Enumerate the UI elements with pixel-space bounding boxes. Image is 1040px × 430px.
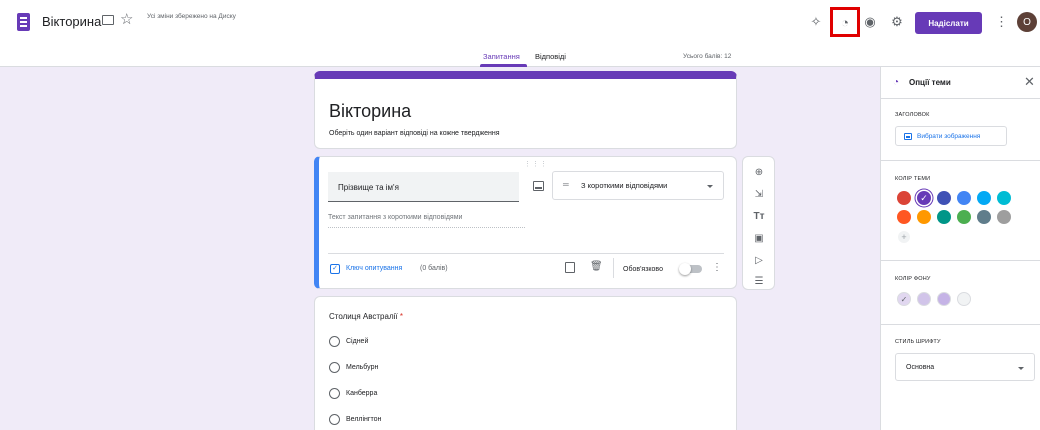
form-name[interactable]: Вікторина (42, 14, 101, 29)
theme-color-swatch[interactable] (997, 191, 1011, 205)
import-questions-icon[interactable]: ⇲ (752, 187, 766, 201)
forms-logo-icon[interactable] (17, 13, 30, 31)
drag-handle-icon[interactable]: ⋮⋮⋮ (524, 160, 548, 168)
divider (613, 258, 614, 278)
theme-color-swatch[interactable] (997, 210, 1011, 224)
folder-icon[interactable] (102, 15, 114, 25)
tab-questions[interactable]: Запитання (483, 52, 520, 61)
radio-option[interactable]: Канберра (329, 388, 377, 399)
preview-eye-icon[interactable]: ◉ (861, 13, 879, 31)
divider (881, 160, 1040, 161)
add-custom-color-button[interactable]: + (898, 231, 910, 243)
background-color-label: КОЛІР ФОНУ (895, 276, 931, 282)
tab-responses[interactable]: Відповіді (535, 52, 566, 61)
panel-title: Опції теми (909, 78, 951, 87)
add-question-icon[interactable]: ⊕ (752, 165, 766, 179)
palette-icon: ◔ (893, 77, 900, 88)
form-title[interactable]: Вікторина (329, 101, 411, 122)
header-section-label: ЗАГОЛОВОК (895, 112, 930, 118)
answer-key-icon[interactable]: ✓ (330, 264, 340, 274)
radio-icon[interactable] (329, 388, 340, 399)
required-toggle[interactable] (679, 263, 702, 275)
question-title-text: Прізвище та ім'я (338, 183, 399, 192)
theme-color-swatch[interactable] (897, 210, 911, 224)
radio-option[interactable]: Мельбурн (329, 362, 378, 373)
chevron-down-icon (1018, 367, 1024, 370)
theme-color-swatch[interactable] (957, 210, 971, 224)
active-question-card[interactable]: ⋮⋮⋮ Прізвище та ім'я ═ З короткими відпо… (314, 156, 737, 289)
image-icon (904, 132, 912, 140)
theme-color-swatch[interactable] (937, 210, 951, 224)
chevron-down-icon (707, 185, 713, 188)
background-color-swatch[interactable] (937, 292, 951, 306)
form-description[interactable]: Оберіть один варіант відповіді на кожне … (329, 130, 500, 137)
choose-image-button[interactable]: Вибрати зображення (895, 126, 1007, 146)
top-bar: Вікторина ☆ Усі зміни збережено на Диску… (0, 0, 1040, 45)
add-image-icon[interactable]: ▣ (752, 231, 766, 245)
question-type-select[interactable]: ═ З короткими відповідями (552, 171, 724, 200)
radio-icon[interactable] (329, 336, 340, 347)
add-section-icon[interactable]: ☰ (752, 274, 766, 288)
theme-color-swatch[interactable] (957, 191, 971, 205)
question-title-field[interactable]: Прізвище та ім'я (328, 172, 519, 202)
font-style-select[interactable]: Основна (895, 353, 1035, 381)
total-points: Усього балів: 12 (683, 53, 732, 60)
more-vert-icon[interactable]: ⋮ (995, 14, 1008, 30)
question-side-toolbar: ⊕ ⇲ Tт ▣ ▷ ☰ (742, 156, 775, 290)
question-more-icon[interactable]: ⋮ (712, 262, 722, 273)
background-color-swatch[interactable]: ✓ (897, 292, 911, 306)
question-card[interactable]: Столиця Австралії * Сідней Мельбурн Канб… (314, 296, 737, 430)
duplicate-icon[interactable] (565, 262, 575, 273)
required-label: Обов'язково (623, 266, 663, 273)
answer-key-link[interactable]: Ключ опитування (346, 265, 402, 272)
question-title: Столиця Австралії * (329, 312, 403, 321)
toggle-knob (679, 263, 691, 275)
theme-color-label: КОЛІР ТЕМИ (895, 176, 931, 182)
divider (881, 324, 1040, 325)
theme-color-swatch[interactable] (897, 191, 911, 205)
question-type-label: З короткими відповідями (581, 181, 668, 190)
theme-color-swatch[interactable] (977, 191, 991, 205)
star-icon[interactable]: ☆ (120, 10, 133, 28)
radio-icon[interactable] (329, 362, 340, 373)
theme-color-swatch[interactable] (917, 210, 931, 224)
divider (881, 260, 1040, 261)
form-header-card[interactable]: Вікторина Оберіть один варіант відповіді… (314, 71, 737, 149)
panel-header: ◔ Опції теми ✕ (881, 67, 1040, 99)
points-label: (0 балів) (420, 265, 448, 272)
settings-gear-icon[interactable]: ⚙ (888, 13, 906, 31)
radio-option[interactable]: Сідней (329, 336, 368, 347)
add-image-icon[interactable] (533, 181, 544, 191)
required-asterisk: * (399, 312, 403, 321)
save-status: Усі зміни збережено на Диску (147, 13, 236, 20)
account-avatar[interactable]: O (1017, 12, 1037, 32)
theme-options-panel: ◔ Опції теми ✕ ЗАГОЛОВОК Вибрати зображе… (880, 67, 1040, 430)
radio-option[interactable]: Веллінгтон (329, 414, 381, 425)
palette-highlight-box (830, 7, 860, 37)
add-title-icon[interactable]: Tт (752, 209, 766, 223)
short-answer-icon: ═ (563, 180, 569, 189)
active-tab-indicator (480, 64, 527, 67)
divider (328, 253, 724, 254)
background-color-swatch[interactable] (957, 292, 971, 306)
trash-icon[interactable]: 🗑 (590, 261, 603, 272)
send-button[interactable]: Надіслати (915, 12, 982, 34)
theme-color-swatch[interactable] (937, 191, 951, 205)
close-icon[interactable]: ✕ (1024, 74, 1035, 90)
addons-icon[interactable]: ✧ (807, 13, 825, 31)
radio-icon[interactable] (329, 414, 340, 425)
short-answer-placeholder: Текст запитання з короткими відповідями (328, 214, 525, 228)
add-video-icon[interactable]: ▷ (752, 253, 766, 267)
theme-color-swatch[interactable] (977, 210, 991, 224)
theme-color-swatch[interactable]: ✓ (917, 191, 931, 205)
background-color-swatch[interactable] (917, 292, 931, 306)
font-style-label: СТИЛЬ ШРИФТУ (895, 339, 941, 345)
